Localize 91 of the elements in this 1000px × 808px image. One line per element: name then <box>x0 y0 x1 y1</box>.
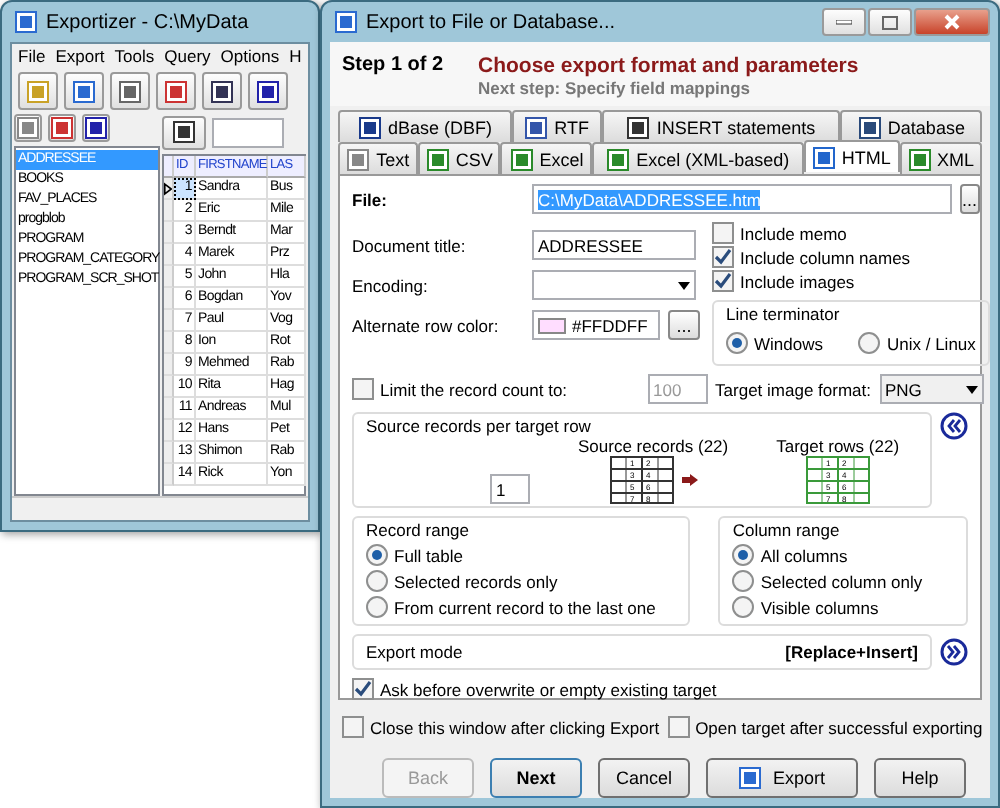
format-tab[interactable]: dBase (DBF) <box>338 110 512 142</box>
format-tab[interactable]: HTML <box>803 140 900 172</box>
toolbar-button[interactable] <box>110 72 150 110</box>
option-checkbox[interactable]: Open target after successful exporting <box>667 716 983 738</box>
next-step-text: Next step: Specify field mappings <box>478 78 753 98</box>
dropdown-arrow-icon <box>965 385 977 393</box>
color-dropdown[interactable]: #FFDDFF <box>532 310 660 340</box>
dialog-button[interactable]: Help <box>874 758 966 798</box>
column-header <box>164 156 174 178</box>
field-label: Encoding: <box>352 275 430 295</box>
step-label: Step 1 of 2 <box>342 54 446 80</box>
target-rows-label: Target rows (22) <box>776 436 900 456</box>
menu-item[interactable]: H <box>289 46 302 66</box>
menu-item[interactable]: File <box>18 46 46 66</box>
group-title: Export mode <box>366 642 463 662</box>
checkbox[interactable] <box>352 678 374 700</box>
radio-button[interactable] <box>366 596 388 618</box>
format-tab[interactable]: Excel (XML-based) <box>592 142 804 174</box>
menu-item[interactable]: Query <box>164 46 211 66</box>
group-title: Source records per target row <box>366 416 593 436</box>
option-checkbox[interactable]: Include column names <box>712 246 990 268</box>
source-records-label: Source records (22) <box>578 436 729 456</box>
export-mode-value: [Replace+Insert] <box>785 642 918 662</box>
color-value: #FFDDFF <box>572 315 648 335</box>
close-button[interactable] <box>914 8 990 36</box>
step-heading: Choose export format and parameters <box>478 54 861 78</box>
group-title: Line terminator <box>726 304 842 324</box>
checkbox[interactable] <box>342 716 364 738</box>
overwrite-checkbox[interactable]: Ask before overwrite or empty existing target <box>352 678 968 700</box>
option-checkbox[interactable]: Include memo <box>712 222 990 244</box>
format-tab[interactable]: Text <box>338 142 418 174</box>
maximize-icon <box>882 15 898 29</box>
dialog-button[interactable]: Export <box>706 758 858 798</box>
minimize-icon <box>836 19 852 25</box>
radio-option[interactable]: Unix / Linux <box>858 332 976 354</box>
radio-button[interactable] <box>732 570 755 592</box>
toolbar-button[interactable] <box>248 72 288 110</box>
format-tab[interactable]: Database <box>840 110 982 142</box>
field-label: File: <box>352 189 389 209</box>
group-title: Record range <box>366 520 472 540</box>
browse-button[interactable]: ... <box>960 184 980 214</box>
format-tab[interactable]: XML <box>899 142 982 174</box>
checkbox[interactable] <box>712 246 734 268</box>
radio-option[interactable]: Selected column only <box>732 570 954 592</box>
maximize-button[interactable] <box>868 8 912 36</box>
close-icon <box>944 14 960 30</box>
checkbox[interactable] <box>712 270 734 292</box>
menu-item[interactable]: Options <box>220 46 280 66</box>
format-tab[interactable]: INSERT statements <box>601 110 841 142</box>
menu-item[interactable]: Tools <box>114 46 155 66</box>
minimize-button[interactable] <box>822 8 866 36</box>
radio-option[interactable]: Windows <box>726 332 823 354</box>
color-picker-button[interactable]: ... <box>668 310 700 340</box>
image-format-dropdown[interactable]: PNG <box>879 374 983 404</box>
checkbox[interactable] <box>712 222 734 244</box>
radio-button[interactable] <box>858 332 881 354</box>
limit-checkbox[interactable]: Limit the record count to: <box>352 378 568 400</box>
radio-button[interactable] <box>366 570 388 592</box>
option-checkbox[interactable]: Close this window after clicking Export <box>342 716 660 738</box>
dialog-button[interactable]: Next <box>490 758 582 798</box>
radio-option[interactable]: All columns <box>732 544 954 566</box>
field-label: Document title: <box>352 235 468 255</box>
window-title: Export to File or Database... <box>366 11 616 33</box>
field-label: Target image format: <box>715 379 871 399</box>
document-title-field[interactable]: ADDRESSEE <box>532 230 696 260</box>
format-tab[interactable]: Excel <box>500 142 593 174</box>
radio-option[interactable]: Selected records only <box>366 570 677 592</box>
arrow-icon <box>681 474 698 486</box>
radio-option[interactable]: From current record to the last one <box>366 596 677 618</box>
option-checkbox[interactable]: Include images <box>712 270 990 292</box>
window-title: Exportizer - C:\MyData <box>46 11 249 33</box>
collapse-icon[interactable] <box>940 412 968 440</box>
format-tab[interactable]: CSV <box>417 142 501 174</box>
toolbar-button[interactable] <box>202 72 242 110</box>
menu-item[interactable]: Export <box>55 46 105 66</box>
dropdown-arrow-icon <box>678 281 690 289</box>
dialog-button[interactable]: Cancel <box>598 758 690 798</box>
group-title: Column range <box>732 520 842 540</box>
expand-icon[interactable] <box>940 638 968 666</box>
checkbox[interactable] <box>352 378 374 400</box>
field-label: Alternate row color: <box>352 315 501 335</box>
records-per-row-field[interactable]: 1 <box>490 474 530 504</box>
radio-option[interactable]: Full table <box>366 544 677 566</box>
radio-button[interactable] <box>732 596 755 618</box>
radio-button[interactable] <box>732 544 755 566</box>
checkbox[interactable] <box>667 716 690 738</box>
radio-button[interactable] <box>726 332 748 354</box>
radio-option[interactable]: Visible columns <box>732 596 954 618</box>
format-tab[interactable]: RTF <box>511 110 602 142</box>
toolbar-button[interactable] <box>162 115 206 149</box>
radio-button[interactable] <box>366 544 388 566</box>
